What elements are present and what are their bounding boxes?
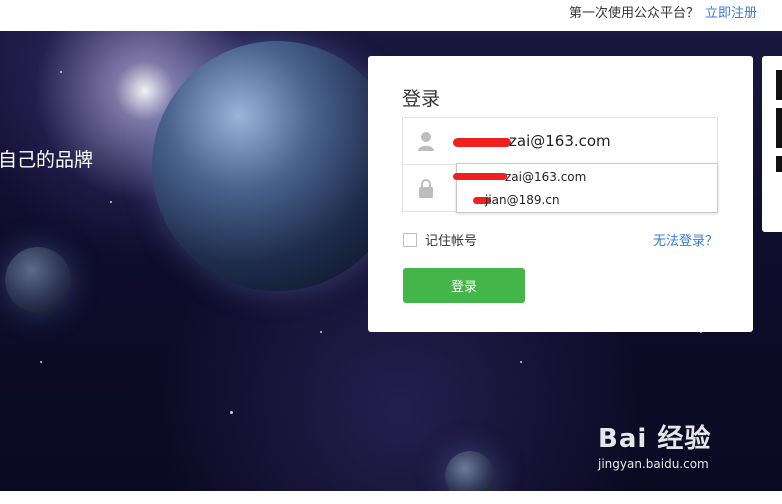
remember-label: 记住帐号 [425, 234, 478, 249]
account-field[interactable]: zai@163.com [402, 117, 718, 165]
distant-planet-image [445, 451, 495, 491]
star-dot [60, 71, 62, 73]
star-dot [230, 411, 233, 414]
register-prompt: 第一次使用公众平台？ 立即注册 [569, 2, 757, 21]
hero-slogan: 自己的品牌 [0, 149, 94, 171]
register-prompt-text: 第一次使用公众平台？ [568, 6, 699, 21]
register-link[interactable]: 立即注册 [705, 6, 757, 21]
top-bar: 第一次使用公众平台？ 立即注册 [0, 0, 782, 32]
redaction-mark [453, 138, 511, 147]
remember-account[interactable]: 记住帐号 [403, 230, 477, 249]
redaction-mark [453, 173, 507, 180]
login-panel: 登录 zai@163.com zai@163.com jian@189.cn 记… [368, 56, 753, 332]
cant-login-link[interactable]: 无法登录？ [653, 230, 718, 249]
star-dot [40, 361, 42, 363]
account-suggestion-dropdown[interactable]: zai@163.com jian@189.cn [453, 163, 718, 213]
account-value[interactable]: zai@163.com [509, 132, 611, 150]
star-dot [320, 331, 322, 333]
qr-code-image [776, 70, 782, 100]
lock-icon [403, 165, 449, 211]
remember-checkbox[interactable] [403, 232, 417, 247]
qr-code-image [776, 156, 782, 172]
planet-image [152, 41, 402, 291]
qr-code-image [776, 108, 782, 148]
watermark-url: jingyan.baidu.com [598, 457, 709, 471]
login-button[interactable]: 登录 [403, 268, 525, 303]
login-title: 登录 [402, 88, 441, 110]
suggestion-item[interactable]: jian@189.cn [485, 193, 560, 207]
moon-image [5, 247, 71, 313]
baidu-jingyan-watermark: Bai 经验 jingyan.baidu.com [598, 418, 711, 471]
star-dot [520, 361, 522, 363]
star-dot [110, 201, 112, 203]
user-icon [403, 118, 449, 164]
suggestion-item[interactable]: zai@163.com [505, 170, 586, 184]
watermark-logo: Bai 经验 [598, 424, 712, 454]
qr-code-panel [762, 56, 782, 232]
